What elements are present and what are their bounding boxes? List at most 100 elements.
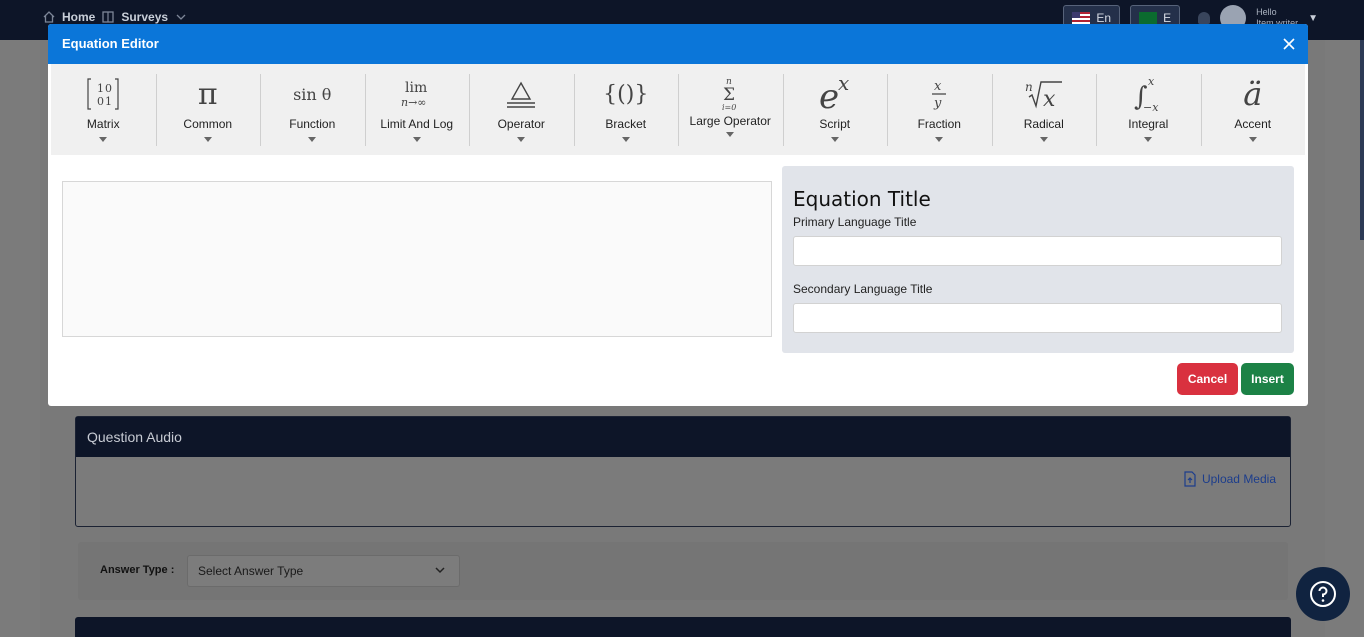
primary-title-input[interactable]: [793, 236, 1282, 266]
toolbar-integral[interactable]: ∫ x −x Integral: [1096, 74, 1201, 146]
toolbar-label: Integral: [1128, 117, 1169, 131]
toolbar-radical[interactable]: n x Radical: [991, 74, 1097, 146]
toolbar-label: Operator: [497, 117, 545, 131]
question-audio-title: Question Audio: [76, 417, 1290, 457]
chevron-down-icon: [435, 567, 445, 574]
language-secondary-label: E: [1163, 11, 1172, 25]
sa-flag-icon: [1139, 12, 1158, 24]
caret-down-icon: [412, 137, 421, 142]
modal-header: Equation Editor: [48, 24, 1308, 64]
answer-type-placeholder: Select Answer Type: [198, 564, 304, 578]
toolbar-function[interactable]: sin θ Function: [260, 74, 365, 146]
user-menu-caret-icon[interactable]: ▼: [1308, 13, 1318, 24]
toolbar-common[interactable]: π Common: [155, 74, 261, 146]
close-icon[interactable]: [1280, 35, 1298, 53]
toolbar-label: Large Operator: [689, 114, 771, 128]
language-en-label: En: [1096, 11, 1112, 25]
toolbar-fraction[interactable]: x y Fraction: [887, 74, 992, 146]
integral-icon: ∫ x −x: [1096, 74, 1201, 114]
svg-text:e: e: [819, 77, 839, 113]
caret-down-icon: [935, 137, 944, 142]
equation-toolbar: 1 0 0 1 Matrix π Common sin θ Function l…: [51, 64, 1305, 155]
equation-editor-modal: Equation Editor 1 0 0 1 Matrix π Common: [48, 24, 1308, 406]
radical-icon: n x: [992, 74, 1097, 114]
upload-file-icon: [1184, 471, 1196, 487]
survey-icon: [101, 10, 115, 24]
accent-icon: ä: [1243, 75, 1263, 113]
toolbar-script[interactable]: e x Script: [782, 74, 888, 146]
toolbar-large-operator[interactable]: n Σ i=0 Large Operator: [678, 74, 783, 146]
toolbar-bracket[interactable]: {()} Bracket: [573, 74, 679, 146]
svg-text:x: x: [934, 79, 942, 94]
bell-icon[interactable]: [1198, 12, 1211, 24]
secondary-title-label: Secondary Language Title: [793, 282, 933, 296]
equation-title-panel: Equation Title Primary Language Title Se…: [782, 166, 1294, 353]
svg-text:n→∞: n→∞: [401, 96, 426, 109]
breadcrumb: Home Surveys: [42, 10, 188, 24]
toolbar-label: Function: [289, 117, 336, 131]
pi-icon: π: [197, 76, 218, 112]
chevron-down-icon[interactable]: [174, 10, 188, 24]
caret-down-icon: [726, 132, 735, 137]
toolbar-operator[interactable]: Operator: [469, 74, 574, 146]
toolbar-label: Bracket: [605, 117, 647, 131]
toolbar-label: Limit And Log: [380, 117, 454, 131]
equation-input-area[interactable]: [62, 181, 772, 337]
toolbar-limit-log[interactable]: lim n→∞ Limit And Log: [364, 74, 470, 146]
sin-theta-icon: sin θ: [293, 84, 332, 104]
next-section-header: [75, 617, 1291, 637]
insert-button[interactable]: Insert: [1241, 363, 1294, 395]
svg-text:lim: lim: [405, 80, 427, 96]
svg-text:x: x: [1148, 75, 1155, 88]
help-button[interactable]: [1296, 567, 1350, 621]
breadcrumb-surveys[interactable]: Surveys: [121, 10, 168, 24]
home-icon: [42, 10, 56, 24]
toolbar-label: Fraction: [917, 117, 961, 131]
caret-down-icon: [830, 137, 839, 142]
answer-type-select[interactable]: Select Answer Type: [187, 555, 460, 587]
svg-text:−x: −x: [1143, 101, 1159, 113]
caret-down-icon: [1144, 137, 1153, 142]
toolbar-label: Script: [819, 117, 851, 131]
cancel-button[interactable]: Cancel: [1177, 363, 1238, 395]
page-scrollbar[interactable]: [1360, 40, 1364, 240]
toolbar-matrix[interactable]: 1 0 0 1 Matrix: [51, 74, 156, 146]
caret-down-icon: [621, 137, 630, 142]
svg-text:i=0: i=0: [722, 103, 736, 112]
bracket-icon: {()}: [603, 81, 649, 107]
caret-down-icon: [308, 137, 317, 142]
toolbar-accent[interactable]: ä Accent: [1200, 74, 1306, 146]
secondary-title-input[interactable]: [793, 303, 1282, 333]
modal-title: Equation Editor: [62, 36, 159, 51]
fraction-icon: x y: [887, 74, 992, 114]
caret-down-icon: [203, 137, 212, 142]
svg-text:0: 0: [97, 95, 104, 108]
greeting-text: Hello: [1256, 7, 1277, 17]
upload-media-link[interactable]: Upload Media: [1183, 471, 1276, 487]
question-mark-icon: [1310, 581, 1336, 607]
svg-text:0: 0: [105, 82, 112, 95]
toolbar-label: Matrix: [86, 117, 120, 131]
upload-media-label: Upload Media: [1201, 472, 1276, 486]
svg-text:x: x: [838, 75, 849, 95]
caret-down-icon: [1248, 137, 1257, 142]
matrix-icon: 1 0 0 1: [51, 74, 156, 114]
answer-type-label: Answer Type :: [100, 564, 175, 576]
caret-down-icon: [517, 137, 526, 142]
limit-icon: lim n→∞: [365, 74, 470, 114]
svg-text:n: n: [1025, 80, 1033, 94]
exponent-icon: e x: [783, 74, 888, 114]
svg-text:x: x: [1043, 87, 1056, 111]
toolbar-label: Accent: [1234, 117, 1272, 131]
caret-down-icon: [99, 137, 108, 142]
toolbar-label: Common: [183, 117, 233, 131]
answer-type-row: Answer Type : Select Answer Type: [78, 542, 1288, 600]
breadcrumb-home[interactable]: Home: [62, 10, 95, 24]
svg-text:Σ: Σ: [723, 85, 735, 105]
delta-icon: [469, 74, 574, 114]
sum-icon: n Σ i=0: [678, 74, 783, 114]
equation-title-heading: Equation Title: [793, 187, 931, 211]
primary-title-label: Primary Language Title: [793, 215, 917, 229]
svg-text:y: y: [933, 96, 942, 111]
svg-text:1: 1: [97, 82, 104, 95]
